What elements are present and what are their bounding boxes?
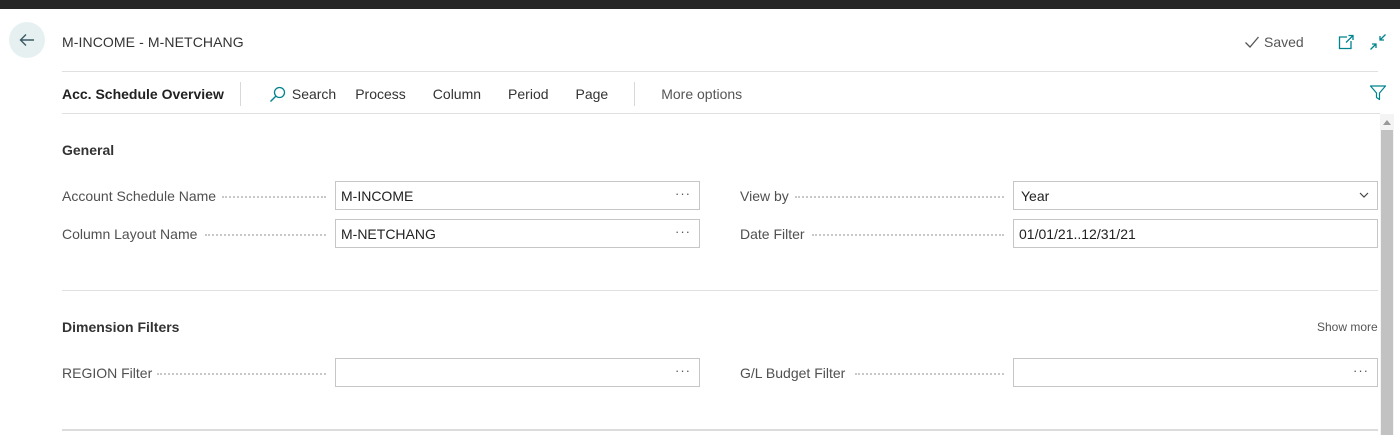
checkmark-icon	[1245, 36, 1259, 48]
page-title: M-INCOME - M-NETCHANG	[62, 34, 244, 50]
account-schedule-name-field[interactable]: M-INCOME ···	[335, 181, 700, 210]
gl-budget-filter-field[interactable]: ···	[1013, 358, 1378, 387]
actionbar-divider	[62, 113, 1380, 114]
saved-status: Saved	[1244, 34, 1304, 50]
label-leader-dots	[205, 234, 326, 236]
region-filter-label: REGION Filter	[62, 365, 153, 381]
label-leader-dots	[222, 196, 326, 198]
filter-icon[interactable]	[1369, 84, 1387, 102]
column-layout-name-field[interactable]: M-NETCHANG ···	[335, 219, 700, 248]
column-menu[interactable]: Column	[433, 86, 481, 102]
view-by-value: Year	[1021, 187, 1050, 204]
action-bar: Acc. Schedule Overview Search Process Co…	[62, 81, 742, 107]
collapse-icon[interactable]	[1369, 33, 1387, 51]
window-top-bar	[0, 0, 1400, 9]
lookup-ellipsis-icon[interactable]: ···	[675, 186, 691, 201]
label-leader-dots	[855, 373, 1004, 375]
header-divider	[62, 71, 1378, 72]
lookup-ellipsis-icon[interactable]: ···	[675, 224, 691, 239]
view-by-label: View by	[740, 188, 789, 204]
date-filter-label: Date Filter	[740, 226, 805, 242]
gl-budget-filter-label: G/L Budget Filter	[740, 365, 846, 381]
general-section-title[interactable]: General	[62, 142, 114, 158]
more-options-button[interactable]: More options	[661, 86, 742, 102]
chevron-up-icon	[1383, 120, 1391, 125]
search-icon	[269, 86, 286, 102]
scroll-up-button[interactable]	[1380, 116, 1394, 128]
label-leader-dots	[795, 196, 1004, 198]
period-menu[interactable]: Period	[508, 86, 548, 102]
region-filter-field[interactable]: ···	[335, 358, 700, 387]
section-divider	[62, 429, 1378, 431]
page-menu[interactable]: Page	[576, 86, 609, 102]
account-schedule-name-value: M-INCOME	[341, 187, 414, 204]
account-schedule-name-label: Account Schedule Name	[62, 188, 217, 204]
date-filter-value: 01/01/21..12/31/21	[1019, 225, 1136, 242]
scrollbar-thumb[interactable]	[1381, 130, 1393, 435]
search-button[interactable]: Search	[269, 86, 336, 103]
view-by-select[interactable]: Year	[1013, 181, 1378, 210]
action-separator	[634, 82, 636, 106]
process-menu[interactable]: Process	[355, 86, 406, 102]
column-layout-name-label: Column Layout Name	[62, 226, 198, 242]
lookup-ellipsis-icon[interactable]: ···	[1353, 363, 1369, 378]
label-leader-dots	[812, 234, 1004, 236]
date-filter-field[interactable]: 01/01/21..12/31/21	[1013, 219, 1378, 248]
label-leader-dots	[157, 373, 326, 375]
dimension-filters-section-title[interactable]: Dimension Filters	[62, 319, 179, 335]
back-button[interactable]	[9, 22, 45, 58]
search-label: Search	[291, 86, 337, 102]
open-new-window-icon[interactable]	[1337, 33, 1355, 51]
show-more-link[interactable]: Show more	[1317, 320, 1378, 334]
action-bar-title[interactable]: Acc. Schedule Overview	[62, 86, 240, 102]
action-separator	[239, 82, 241, 106]
section-divider	[62, 290, 1378, 291]
chevron-down-icon[interactable]	[1359, 190, 1369, 200]
back-arrow-icon	[19, 34, 34, 46]
saved-label: Saved	[1264, 34, 1304, 50]
lookup-ellipsis-icon[interactable]: ···	[675, 363, 691, 378]
column-layout-name-value: M-NETCHANG	[341, 225, 436, 242]
